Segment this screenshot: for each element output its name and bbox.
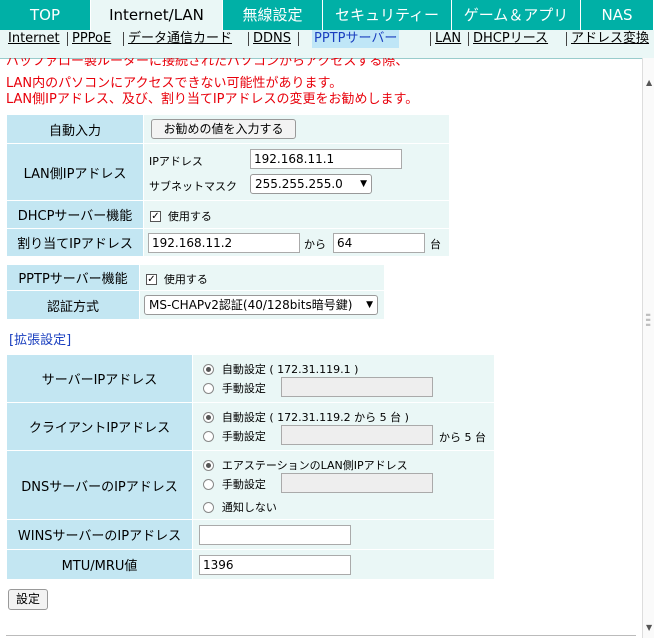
server-ip-label: サーバーIPアドレス	[6, 354, 193, 403]
extended-settings-table: サーバーIPアドレス 自動設定 ( 172.31.119.1 ) 手動設定 クラ…	[6, 354, 495, 580]
radio-empty-icon	[203, 383, 214, 394]
sub-tab-address-translation[interactable]: アドレス変換	[571, 30, 649, 48]
server-ip-manual-input[interactable]	[281, 377, 433, 397]
assign-count-input[interactable]: 64	[333, 233, 425, 253]
main-content: バッファロー製ルーターに接続されたパソコンからアクセスする際、 LAN内のパソコ…	[0, 58, 642, 638]
pptp-settings-table: PPTPサーバー機能 ✓ 使用する 認証方式 MS-CHAPv2認証(40/12…	[6, 264, 385, 320]
server-ip-auto-label: 自動設定 ( 172.31.119.1 )	[221, 363, 359, 376]
sub-tab-separator	[248, 32, 249, 46]
top-tab-nas[interactable]: NAS	[581, 0, 654, 30]
client-ip-manual-label: 手動設定	[221, 430, 266, 443]
sub-tab-separator	[430, 32, 431, 46]
sub-tab-separator	[566, 32, 567, 46]
dns-none-radio[interactable]: 通知しない	[203, 499, 277, 515]
auth-method-select[interactable]: MS-CHAPv2認証(40/128bits暗号鍵) ▼	[144, 295, 378, 315]
dns-lan-ip-radio[interactable]: エアステーションのLAN側IPアドレス	[203, 457, 408, 473]
client-ip-count-label: から 5 台	[439, 431, 486, 444]
client-ip-auto-label: 自動設定 ( 172.31.119.2 から 5 台 )	[221, 411, 409, 424]
sub-tab-separator	[468, 32, 469, 46]
sub-tab-pppoe[interactable]: PPPoE	[72, 30, 111, 48]
dns-manual-label: 手動設定	[221, 478, 266, 491]
scroll-down-icon[interactable]: ▼	[646, 623, 652, 632]
assign-from-label: から	[304, 238, 326, 251]
radio-empty-icon	[203, 479, 214, 490]
lan-ip-input[interactable]: 192.168.11.1	[250, 149, 402, 169]
sub-tab-internet[interactable]: Internet	[8, 30, 60, 48]
chevron-down-icon: ▼	[366, 300, 373, 310]
sub-tab-dhcp-lease[interactable]: DHCPリース	[473, 30, 548, 48]
warning-line-1: バッファロー製ルーターに接続されたパソコンからアクセスする際、	[6, 58, 409, 69]
warning-line-2: LAN内のパソコンにアクセスできない可能性があります。	[6, 76, 343, 91]
radio-selected-icon	[203, 364, 214, 375]
auth-method-label: 認証方式	[6, 290, 140, 320]
mtu-mru-label: MTU/MRU値	[6, 549, 193, 580]
assign-ip-start-input[interactable]: 192.168.11.2	[148, 233, 300, 253]
extended-settings-heading: [拡張設定]	[9, 333, 72, 348]
server-ip-manual-radio[interactable]: 手動設定	[203, 380, 266, 396]
wins-server-label: WINSサーバーのIPアドレス	[6, 519, 193, 550]
dhcp-server-label: DHCPサーバー機能	[6, 200, 144, 229]
client-ip-manual-radio[interactable]: 手動設定	[203, 428, 266, 444]
sub-tab-separator	[123, 32, 124, 46]
top-tab-wireless[interactable]: 無線設定	[223, 0, 323, 30]
lan-settings-table: 自動入力 お勧めの値を入力する LAN側IPアドレス IPアドレス 192.16…	[6, 114, 450, 257]
top-tab-top[interactable]: TOP	[0, 0, 91, 30]
warning-line-3: LAN側IPアドレス、及び、割り当てIPアドレスの変更をお勧めします。	[6, 92, 419, 107]
server-ip-auto-radio[interactable]: 自動設定 ( 172.31.119.1 )	[203, 361, 358, 377]
sub-tab-pptp-server[interactable]: PPTPサーバー	[312, 30, 400, 48]
dhcp-use-label: 使用する	[167, 210, 212, 223]
assign-unit-label: 台	[430, 238, 441, 251]
radio-selected-icon	[203, 460, 214, 471]
auth-method-value: MS-CHAPv2認証(40/128bits暗号鍵)	[149, 298, 353, 312]
submit-button[interactable]: 設定	[8, 589, 48, 610]
sub-tab-separator	[298, 32, 299, 46]
sub-tab-separator	[67, 32, 68, 46]
lan-ip-label: LAN側IPアドレス	[6, 143, 144, 201]
ip-address-label: IPアドレス	[149, 155, 203, 168]
sub-navigation: Internet PPPoE データ通信カード DDNS PPTPサーバー LA…	[0, 30, 654, 48]
top-tab-game-apps[interactable]: ゲーム＆アプリ	[452, 0, 581, 30]
top-navigation: TOP Internet/LAN 無線設定 セキュリティー ゲーム＆アプリ NA…	[0, 0, 654, 30]
subnet-mask-select[interactable]: 255.255.255.0 ▼	[250, 174, 372, 194]
radio-empty-icon	[203, 431, 214, 442]
top-tab-security[interactable]: セキュリティー	[323, 0, 452, 30]
dhcp-use-checkbox[interactable]: ✓ 使用する	[150, 208, 212, 224]
assign-ip-label: 割り当てIPアドレス	[6, 228, 144, 257]
dns-manual-input[interactable]	[281, 473, 433, 493]
top-tab-internet-lan[interactable]: Internet/LAN	[91, 0, 223, 30]
checkmark-icon: ✓	[150, 211, 161, 222]
pptp-use-checkbox[interactable]: ✓ 使用する	[146, 271, 208, 287]
subnet-mask-label: サブネットマスク	[149, 180, 237, 193]
bottom-divider	[6, 635, 636, 636]
sub-tab-ddns[interactable]: DDNS	[253, 30, 291, 48]
scroll-thumb[interactable]: ═ ═ ═	[646, 312, 652, 331]
radio-selected-icon	[203, 412, 214, 423]
sub-tab-data-card[interactable]: データ通信カード	[128, 30, 232, 48]
dns-server-label: DNSサーバーのIPアドレス	[6, 450, 193, 520]
subnet-mask-value: 255.255.255.0	[255, 177, 343, 191]
client-ip-auto-radio[interactable]: 自動設定 ( 172.31.119.2 から 5 台 )	[203, 409, 409, 425]
checkmark-icon: ✓	[146, 274, 157, 285]
dns-none-label: 通知しない	[221, 501, 277, 514]
client-ip-manual-input[interactable]	[281, 425, 433, 445]
sub-tab-lan[interactable]: LAN	[435, 30, 461, 48]
dns-manual-radio[interactable]: 手動設定	[203, 476, 266, 492]
client-ip-label: クライアントIPアドレス	[6, 402, 193, 451]
pptp-use-label: 使用する	[163, 273, 208, 286]
recommended-values-button[interactable]: お勧めの値を入力する	[151, 119, 296, 139]
chevron-down-icon: ▼	[360, 179, 367, 189]
wins-server-input[interactable]	[199, 525, 351, 545]
radio-empty-icon	[203, 502, 214, 513]
auto-input-label: 自動入力	[6, 114, 144, 144]
mtu-mru-input[interactable]: 1396	[199, 555, 351, 575]
pptp-server-label: PPTPサーバー機能	[6, 264, 140, 291]
server-ip-manual-label: 手動設定	[221, 382, 266, 395]
scrollbar[interactable]: ▲ ═ ═ ═ ▼	[642, 58, 654, 638]
scroll-up-icon[interactable]: ▲	[646, 78, 652, 87]
dns-lan-ip-label: エアステーションのLAN側IPアドレス	[221, 459, 408, 472]
